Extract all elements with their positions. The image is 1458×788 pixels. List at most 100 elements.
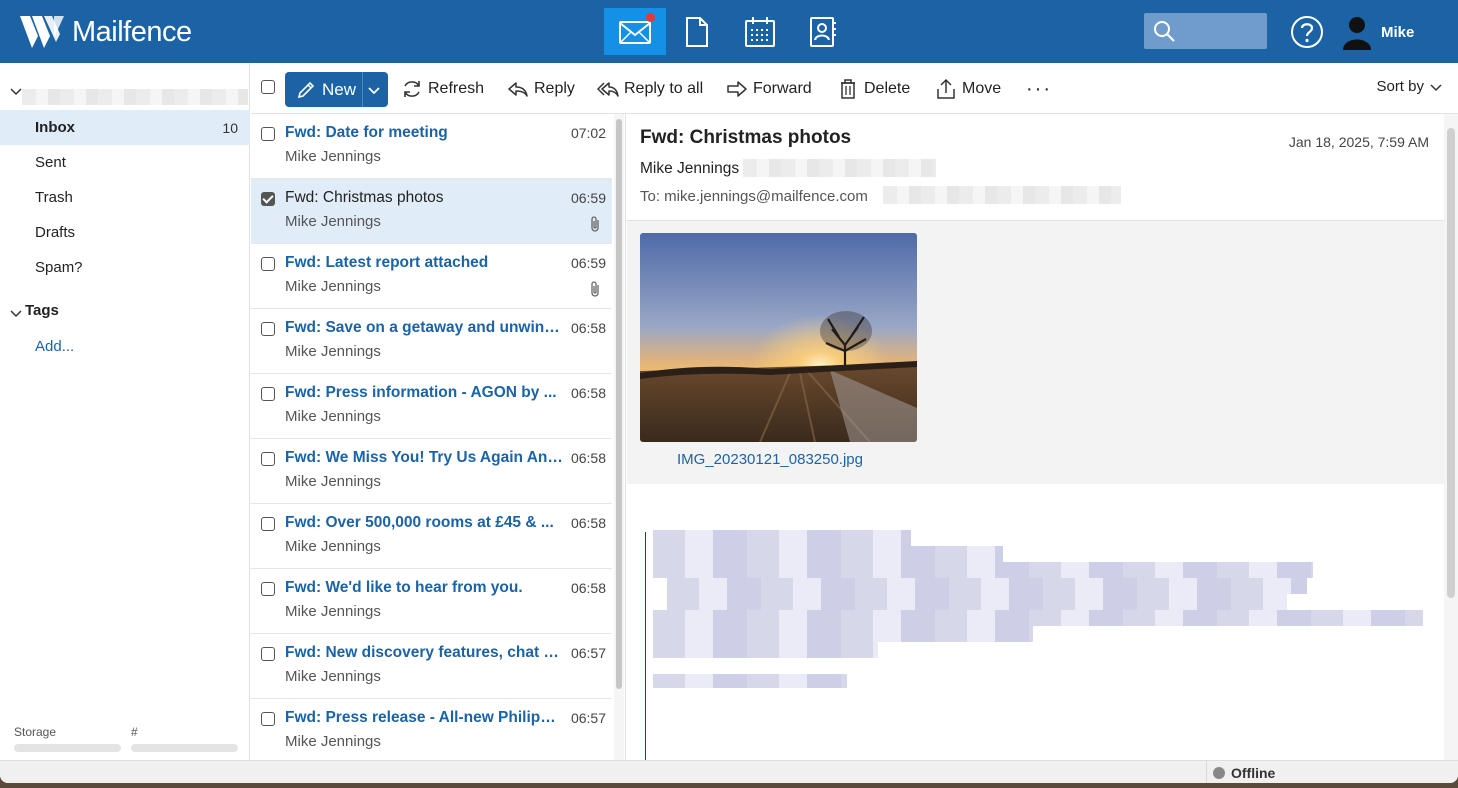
- help-icon[interactable]: [1290, 15, 1324, 49]
- sort-by-label: Sort by: [1376, 78, 1424, 95]
- sender-name[interactable]: Mike Jennings: [640, 160, 739, 178]
- reading-pane: Fwd: Christmas photos Jan 18, 2025, 7:59…: [627, 114, 1458, 760]
- reply-all-button[interactable]: Reply to all: [597, 77, 703, 101]
- message-row[interactable]: Fwd: New discovery features, chat p... 06…: [251, 634, 612, 699]
- message-checkbox[interactable]: [261, 582, 275, 596]
- unread-count: 10: [222, 119, 238, 136]
- mail-app-button[interactable]: [604, 8, 666, 55]
- move-label: Move: [962, 80, 1002, 97]
- refresh-label: Refresh: [428, 80, 485, 97]
- message-toolbar: New Refresh Reply Reply to all Forward D…: [251, 63, 1458, 114]
- folder-label: Sent: [35, 154, 66, 171]
- message-subject: Fwd: Christmas photos: [285, 189, 444, 206]
- message-subject: Fwd: We Miss You! Try Us Again And...: [285, 449, 563, 466]
- message-subject: Fwd: Press information - AGON by ...: [285, 384, 557, 401]
- documents-app-button[interactable]: [666, 8, 728, 55]
- message-row[interactable]: Fwd: Press information - AGON by ... 06:5…: [251, 374, 612, 439]
- message-time: 06:58: [570, 450, 606, 466]
- forward-button[interactable]: Forward: [726, 77, 812, 101]
- forward-icon: [727, 81, 747, 97]
- message-row[interactable]: Fwd: Latest report attached 06:59 Mike Jen…: [251, 244, 612, 309]
- top-bar: Mailfence Mike: [0, 0, 1458, 63]
- folder-sidebar: Inbox 10 Sent Trash Drafts Spam? Tags Ad…: [0, 63, 250, 760]
- account-header[interactable]: [0, 75, 250, 111]
- body-redacted-2: [653, 546, 1003, 562]
- trash-icon: [841, 79, 855, 99]
- calendar-app-button[interactable]: [729, 8, 791, 55]
- folder-drafts[interactable]: Drafts: [0, 215, 250, 250]
- message-sender: Mike Jennings: [285, 148, 381, 165]
- delete-button[interactable]: Delete: [837, 77, 910, 101]
- message-time: 07:02: [570, 125, 606, 141]
- scrollbar-thumb[interactable]: [616, 119, 622, 689]
- message-subject: Fwd: Christmas photos: [640, 127, 852, 148]
- reply-label: Reply: [534, 80, 575, 97]
- reply-button[interactable]: Reply: [507, 77, 575, 101]
- message-sender: Mike Jennings: [285, 278, 381, 295]
- paperclip-icon: [591, 216, 599, 232]
- folder-sent[interactable]: Sent: [0, 145, 250, 180]
- message-checkbox[interactable]: [261, 452, 275, 466]
- attachment-area: IMG_20230121_083250.jpg: [627, 221, 1444, 484]
- user-menu[interactable]: Mike: [1340, 14, 1414, 50]
- add-tag-link[interactable]: Add...: [35, 338, 74, 355]
- notification-dot: [646, 13, 655, 22]
- mailfence-window: Mailfence Mike Inbox 10 Sent Trash Draft…: [0, 0, 1458, 783]
- contacts-icon: [810, 16, 836, 47]
- message-subject: Fwd: Date for meeting: [285, 124, 448, 141]
- message-row[interactable]: Fwd: We'd like to hear from you. 06:58 Mik…: [251, 569, 612, 634]
- reply-all-label: Reply to all: [624, 80, 704, 97]
- tags-section-toggle[interactable]: Tags: [0, 302, 250, 324]
- quoted-text-bar: [645, 532, 646, 760]
- message-checkbox[interactable]: [261, 322, 275, 336]
- message-sender: Mike Jennings: [285, 603, 381, 620]
- body-redacted-4: [667, 578, 1307, 594]
- delete-label: Delete: [864, 80, 911, 97]
- chevron-down-icon[interactable]: [368, 84, 380, 96]
- status-dot-icon: [1213, 766, 1225, 779]
- sort-by-dropdown[interactable]: Sort by: [1376, 78, 1442, 95]
- attachment-thumbnail[interactable]: [640, 233, 917, 442]
- search-box[interactable]: [1144, 13, 1267, 49]
- message-row[interactable]: Fwd: Over 500,000 rooms at £45 & ... 06:5…: [251, 504, 612, 569]
- recipient-line: To: mike.jennings@mailfence.com: [640, 188, 868, 205]
- move-button[interactable]: Move: [935, 77, 1001, 101]
- message-time: 06:57: [570, 710, 606, 726]
- message-sender: Mike Jennings: [285, 538, 381, 555]
- select-all-checkbox[interactable]: [261, 80, 275, 94]
- folder-label: Inbox: [35, 119, 75, 136]
- message-row[interactable]: Fwd: Press release - All-new Philips ...…: [251, 699, 612, 760]
- new-button-label: New: [322, 80, 357, 99]
- message-checkbox[interactable]: [261, 712, 275, 726]
- refresh-icon: [404, 81, 420, 97]
- message-row[interactable]: Fwd: Date for meeting 07:02 Mike Jennings: [251, 114, 612, 179]
- message-sender: Mike Jennings: [285, 473, 381, 490]
- message-row[interactable]: Fwd: We Miss You! Try Us Again And... 06:…: [251, 439, 612, 504]
- message-row[interactable]: Fwd: Save on a getaway and unwind... 06:5…: [251, 309, 612, 374]
- message-row[interactable]: Fwd: Christmas photos 06:59 Mike Jennings: [251, 179, 612, 244]
- message-list-scrollbar[interactable]: [614, 114, 624, 760]
- message-checkbox[interactable]: [261, 257, 275, 271]
- new-message-button[interactable]: New: [285, 72, 388, 107]
- message-checkbox[interactable]: [261, 387, 275, 401]
- folder-spam[interactable]: Spam?: [0, 250, 250, 285]
- message-checkbox[interactable]: [261, 192, 275, 206]
- new-button-divider: [362, 72, 363, 107]
- sender-address-redacted: [743, 159, 936, 177]
- message-checkbox[interactable]: [261, 647, 275, 661]
- contacts-app-button[interactable]: [791, 8, 853, 55]
- more-actions-button[interactable]: ···: [1026, 78, 1052, 101]
- folder-trash[interactable]: Trash: [0, 180, 250, 215]
- message-list: Fwd: Date for meeting 07:02 Mike Jennings F…: [251, 114, 626, 760]
- refresh-button[interactable]: Refresh: [401, 77, 484, 101]
- message-time: 06:58: [570, 385, 606, 401]
- reading-pane-scrollbar[interactable]: [1444, 114, 1458, 760]
- mailfence-logo[interactable]: Mailfence: [18, 14, 192, 50]
- reply-icon: [508, 82, 528, 97]
- folder-inbox[interactable]: Inbox 10: [0, 110, 250, 145]
- message-checkbox[interactable]: [261, 517, 275, 531]
- scrollbar-thumb[interactable]: [1447, 128, 1455, 598]
- message-subject: Fwd: Over 500,000 rooms at £45 & ...: [285, 514, 554, 531]
- attachment-filename[interactable]: IMG_20230121_083250.jpg: [677, 451, 863, 468]
- message-checkbox[interactable]: [261, 127, 275, 141]
